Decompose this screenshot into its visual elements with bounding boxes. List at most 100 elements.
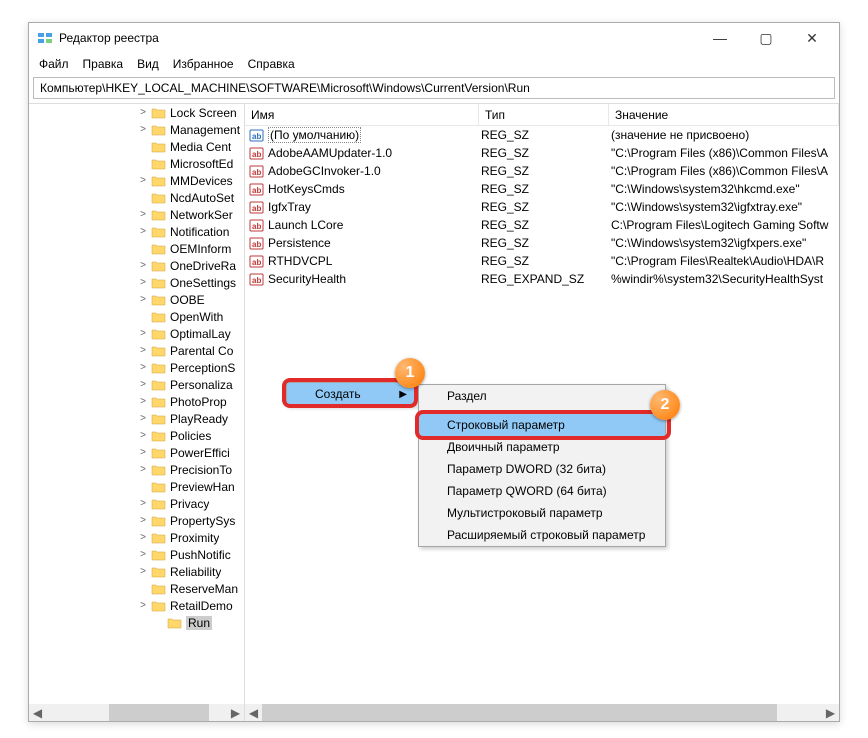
- tree-expander-icon[interactable]: >: [137, 260, 149, 271]
- value-row[interactable]: abRTHDVCPLREG_SZ"C:\Program Files\Realte…: [245, 252, 839, 270]
- value-row[interactable]: abSecurityHealthREG_EXPAND_SZ%windir%\sy…: [245, 270, 839, 288]
- tree-item[interactable]: Media Cent: [29, 138, 244, 155]
- menu-file[interactable]: Файл: [33, 55, 75, 73]
- menu-favorites[interactable]: Избранное: [167, 55, 240, 73]
- tree-item[interactable]: >Policies: [29, 427, 244, 444]
- tree-item[interactable]: >Lock Screen: [29, 104, 244, 121]
- list-scrollbar-h[interactable]: ◀ ▶: [245, 704, 839, 721]
- menu-help[interactable]: Справка: [242, 55, 301, 73]
- tree-scrollbar-h[interactable]: ◀ ▶: [29, 704, 244, 721]
- value-row[interactable]: abAdobeAAMUpdater-1.0REG_SZ"C:\Program F…: [245, 144, 839, 162]
- tree-expander-icon[interactable]: >: [137, 226, 149, 237]
- tree-item[interactable]: >PhotoProp: [29, 393, 244, 410]
- tree-item[interactable]: >OneDriveRa: [29, 257, 244, 274]
- tree-expander-icon[interactable]: >: [137, 175, 149, 186]
- tree-expander-icon[interactable]: >: [137, 447, 149, 458]
- menu-item-multistring[interactable]: Мультистроковый параметр: [419, 502, 665, 524]
- column-type[interactable]: Тип: [479, 104, 609, 125]
- value-type: REG_SZ: [479, 182, 609, 196]
- value-row[interactable]: abIgfxTrayREG_SZ"C:\Windows\system32\igf…: [245, 198, 839, 216]
- tree-expander-icon[interactable]: >: [137, 294, 149, 305]
- context-menu-primary[interactable]: Создать ▶: [286, 382, 416, 406]
- tree-item[interactable]: >Reliability: [29, 563, 244, 580]
- menu-item-qword[interactable]: Параметр QWORD (64 бита): [419, 480, 665, 502]
- scroll-right-icon[interactable]: ▶: [822, 704, 839, 721]
- scroll-thumb[interactable]: [262, 704, 777, 721]
- tree-item[interactable]: >MMDevices: [29, 172, 244, 189]
- tree-item[interactable]: OEMInform: [29, 240, 244, 257]
- tree-item[interactable]: >PerceptionS: [29, 359, 244, 376]
- column-name[interactable]: Имя: [245, 104, 479, 125]
- tree-expander-icon[interactable]: >: [137, 328, 149, 339]
- menu-item-expandstring[interactable]: Расширяемый строковый параметр: [419, 524, 665, 546]
- tree-item[interactable]: >OptimalLay: [29, 325, 244, 342]
- string-value-icon: ab: [249, 272, 264, 287]
- value-row[interactable]: abAdobeGCInvoker-1.0REG_SZ"C:\Program Fi…: [245, 162, 839, 180]
- scroll-right-icon[interactable]: ▶: [227, 704, 244, 721]
- tree-item[interactable]: >PowerEffici: [29, 444, 244, 461]
- tree-expander-icon[interactable]: >: [137, 498, 149, 509]
- tree-item[interactable]: MicrosoftEd: [29, 155, 244, 172]
- tree-expander-icon[interactable]: >: [137, 124, 149, 135]
- tree-item[interactable]: >Proximity: [29, 529, 244, 546]
- address-bar[interactable]: Компьютер\HKEY_LOCAL_MACHINE\SOFTWARE\Mi…: [33, 77, 835, 99]
- tree-item[interactable]: >RetailDemo: [29, 597, 244, 614]
- context-menu-submenu[interactable]: Раздел Строковый параметр Двоичный парам…: [418, 384, 666, 547]
- value-row[interactable]: abHotKeysCmdsREG_SZ"C:\Windows\system32\…: [245, 180, 839, 198]
- tree-item[interactable]: PreviewHan: [29, 478, 244, 495]
- column-value[interactable]: Значение: [609, 104, 839, 125]
- tree-item[interactable]: NcdAutoSet: [29, 189, 244, 206]
- folder-icon: [151, 430, 166, 442]
- maximize-button[interactable]: ▢: [743, 23, 789, 53]
- tree-pane[interactable]: >Lock Screen>ManagementMedia CentMicroso…: [29, 104, 245, 721]
- minimize-button[interactable]: —: [697, 23, 743, 53]
- svg-text:ab: ab: [252, 204, 261, 213]
- tree-expander-icon[interactable]: >: [137, 107, 149, 118]
- tree-item[interactable]: OpenWith: [29, 308, 244, 325]
- tree-item[interactable]: >PlayReady: [29, 410, 244, 427]
- tree-item[interactable]: >Privacy: [29, 495, 244, 512]
- tree-expander-icon[interactable]: >: [137, 430, 149, 441]
- folder-icon: [151, 600, 166, 612]
- tree-item[interactable]: >Management: [29, 121, 244, 138]
- tree-item[interactable]: >PrecisionTo: [29, 461, 244, 478]
- tree-item[interactable]: ReserveMan: [29, 580, 244, 597]
- tree-expander-icon[interactable]: >: [137, 379, 149, 390]
- tree-expander-icon[interactable]: >: [137, 515, 149, 526]
- tree-item[interactable]: >PropertySys: [29, 512, 244, 529]
- scroll-thumb[interactable]: [109, 704, 209, 721]
- value-type: REG_EXPAND_SZ: [479, 272, 609, 286]
- menu-item-dword[interactable]: Параметр DWORD (32 бита): [419, 458, 665, 480]
- tree-item[interactable]: >Parental Co: [29, 342, 244, 359]
- tree-expander-icon[interactable]: >: [137, 277, 149, 288]
- close-button[interactable]: ✕: [789, 23, 835, 53]
- value-row[interactable]: abPersistenceREG_SZ"C:\Windows\system32\…: [245, 234, 839, 252]
- tree-expander-icon[interactable]: >: [137, 600, 149, 611]
- tree-item[interactable]: >Notification: [29, 223, 244, 240]
- value-row[interactable]: abLaunch LCoreREG_SZC:\Program Files\Log…: [245, 216, 839, 234]
- tree-item[interactable]: >PushNotific: [29, 546, 244, 563]
- tree-item[interactable]: >OOBE: [29, 291, 244, 308]
- menu-item-binary[interactable]: Двоичный параметр: [419, 436, 665, 458]
- menu-item-string[interactable]: Строковый параметр: [419, 414, 665, 436]
- menu-edit[interactable]: Правка: [77, 55, 130, 73]
- scroll-left-icon[interactable]: ◀: [245, 704, 262, 721]
- tree-item[interactable]: >NetworkSer: [29, 206, 244, 223]
- scroll-left-icon[interactable]: ◀: [29, 704, 46, 721]
- tree-expander-icon[interactable]: >: [137, 362, 149, 373]
- tree-expander-icon[interactable]: >: [137, 209, 149, 220]
- tree-expander-icon[interactable]: >: [137, 345, 149, 356]
- tree-expander-icon[interactable]: >: [137, 532, 149, 543]
- tree-expander-icon[interactable]: >: [137, 566, 149, 577]
- tree-item[interactable]: >OneSettings: [29, 274, 244, 291]
- menu-item-create[interactable]: Создать ▶: [287, 383, 415, 405]
- tree-expander-icon[interactable]: >: [137, 396, 149, 407]
- tree-expander-icon[interactable]: >: [137, 413, 149, 424]
- tree-expander-icon[interactable]: >: [137, 549, 149, 560]
- tree-item[interactable]: Run: [29, 614, 244, 631]
- tree-expander-icon[interactable]: >: [137, 464, 149, 475]
- value-row[interactable]: ab(По умолчанию)REG_SZ(значение не присв…: [245, 126, 839, 144]
- tree-item[interactable]: >Personaliza: [29, 376, 244, 393]
- menu-item-section[interactable]: Раздел: [419, 385, 665, 407]
- menu-view[interactable]: Вид: [131, 55, 165, 73]
